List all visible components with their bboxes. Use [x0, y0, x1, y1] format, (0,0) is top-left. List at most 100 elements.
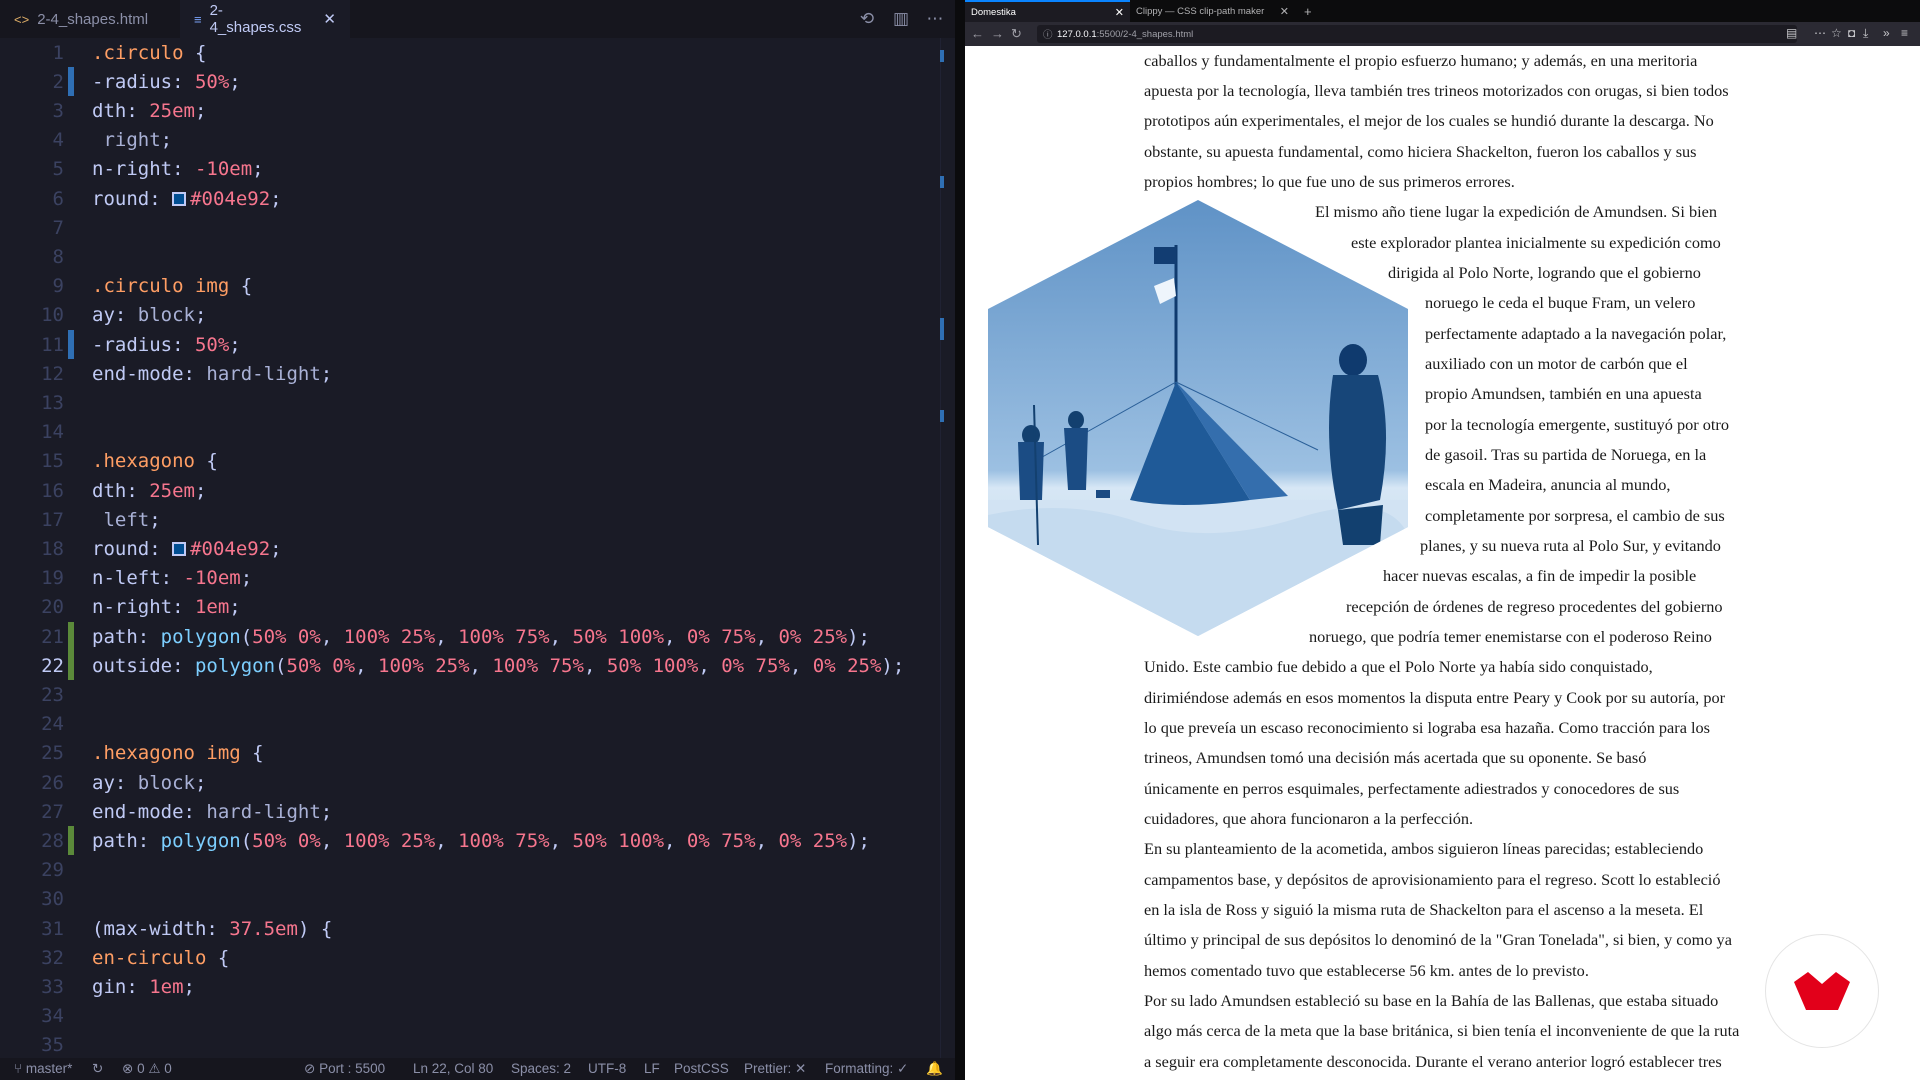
- code-line[interactable]: 19 n-left: -10em;: [0, 564, 940, 593]
- code-token: ;: [229, 596, 241, 619]
- code-line[interactable]: 20 n-right: 1em;: [0, 593, 940, 622]
- code-line[interactable]: 25 .hexagono img {: [0, 739, 940, 768]
- code-line[interactable]: 33 gin: 1em;: [0, 972, 940, 1001]
- code-token: 0% 25%: [778, 829, 848, 852]
- color-swatch-icon[interactable]: [172, 541, 187, 556]
- code-line[interactable]: 23: [0, 680, 940, 709]
- code-token: .circulo: [92, 41, 195, 64]
- git-branch[interactable]: ⑂ master*: [14, 1061, 72, 1076]
- paragraph-line: auxiliado con un motor de carbón que el: [1425, 354, 1688, 373]
- split-editor-icon[interactable]: ▥: [890, 8, 912, 30]
- code-line[interactable]: 8: [0, 242, 940, 271]
- code-line[interactable]: 3 dth: 25em;: [0, 96, 940, 125]
- page-actions-icon[interactable]: ⋯: [1814, 26, 1826, 40]
- code-line[interactable]: 13: [0, 388, 940, 417]
- code-line[interactable]: 29: [0, 856, 940, 885]
- line-number: 33: [41, 975, 64, 998]
- code-text: n-right: 1em;: [92, 596, 241, 618]
- code-line[interactable]: 4 right;: [0, 126, 940, 155]
- paragraph-line: Unido. Este cambio fue debido a que el P…: [1144, 657, 1653, 676]
- git-gutter-marker: [68, 914, 74, 943]
- browser-tab-clippy[interactable]: Clippy — CSS clip-path maker ✕: [1130, 0, 1295, 22]
- back-icon[interactable]: ←: [971, 26, 984, 41]
- code-line[interactable]: 5 n-right: -10em;: [0, 155, 940, 184]
- cursor-position[interactable]: Ln 22, Col 80: [413, 1061, 493, 1076]
- reader-view-icon[interactable]: ▤: [1786, 26, 1797, 40]
- code-line[interactable]: 24: [0, 710, 940, 739]
- formatting-status[interactable]: Formatting: ✓: [825, 1061, 908, 1077]
- code-token: en-circulo: [92, 946, 218, 969]
- code-text: dth: 25em;: [92, 480, 206, 502]
- code-line[interactable]: 12 end-mode: hard-light;: [0, 359, 940, 388]
- code-line[interactable]: 15 .hexagono {: [0, 447, 940, 476]
- code-text: ay: block;: [92, 304, 206, 326]
- live-server-port[interactable]: ⊘ Port : 5500: [304, 1061, 385, 1077]
- code-line[interactable]: 26 ay: block;: [0, 768, 940, 797]
- code-token: 0% 75%: [686, 829, 756, 852]
- code-token: );: [881, 654, 905, 677]
- code-line[interactable]: 16 dth: 25em;: [0, 476, 940, 505]
- reload-icon[interactable]: ↻: [1011, 26, 1022, 42]
- git-gutter-marker: [68, 38, 74, 67]
- code-line[interactable]: 14: [0, 418, 940, 447]
- scroll-marker: [940, 50, 944, 62]
- indentation[interactable]: Spaces: 2: [511, 1061, 571, 1076]
- code-line[interactable]: 27 end-mode: hard-light;: [0, 797, 940, 826]
- overflow-icon[interactable]: »: [1883, 26, 1890, 40]
- code-token: ,: [664, 829, 687, 852]
- code-line[interactable]: 11 -radius: 50%;: [0, 330, 940, 360]
- line-ending[interactable]: LF: [644, 1061, 660, 1076]
- code-token: hard-light: [206, 800, 321, 823]
- code-line[interactable]: 21 path: polygon(50% 0%, 100% 25%, 100% 7…: [0, 622, 940, 652]
- code-token: {: [217, 946, 230, 969]
- code-area[interactable]: 1 .circulo {2 -radius: 50%; 3 dth: 25em; 4 ri…: [0, 38, 940, 1060]
- editor-scrollbar[interactable]: [940, 38, 955, 1060]
- notifications-bell-icon[interactable]: 🔔: [926, 1061, 943, 1077]
- code-line[interactable]: 31 (max-width: 37.5em) {: [0, 914, 940, 943]
- paragraph-line: propios hombres; lo que fue uno de sus p…: [1144, 172, 1515, 191]
- git-gutter-marker: [68, 622, 74, 652]
- url-bar[interactable]: ⓘ 127.0.0.1:5500/2-4_shapes.html: [1037, 25, 1797, 43]
- tab-css-file[interactable]: ≡ 2-4_shapes.css ✕: [180, 0, 350, 38]
- code-line[interactable]: 17 left;: [0, 505, 940, 534]
- tab-html-file[interactable]: <> 2-4_shapes.html: [0, 0, 180, 38]
- code-line[interactable]: 18 round: #004e92;: [0, 534, 940, 563]
- site-info-icon[interactable]: ⓘ: [1043, 27, 1053, 41]
- close-tab-icon[interactable]: ✕: [1115, 6, 1124, 19]
- code-line[interactable]: 30: [0, 885, 940, 914]
- paragraph-line: recepción de órdenes de regreso proceden…: [1346, 597, 1723, 616]
- language-mode[interactable]: PostCSS: [674, 1061, 729, 1076]
- encoding[interactable]: UTF-8: [588, 1061, 626, 1076]
- code-line[interactable]: 34: [0, 1002, 940, 1031]
- open-changes-icon[interactable]: ⟲: [856, 8, 878, 30]
- forward-icon[interactable]: →: [991, 26, 1004, 41]
- pocket-icon[interactable]: ◘: [1848, 26, 1855, 40]
- code-line[interactable]: 35: [0, 1031, 940, 1060]
- git-gutter-marker: [68, 710, 74, 739]
- code-line[interactable]: 7: [0, 213, 940, 242]
- code-line[interactable]: 2 -radius: 50%;: [0, 67, 940, 97]
- new-tab-icon[interactable]: +: [1301, 0, 1321, 22]
- more-actions-icon[interactable]: ⋯: [924, 8, 946, 30]
- code-line[interactable]: 10 ay: block;: [0, 301, 940, 330]
- git-gutter-marker: [68, 272, 74, 301]
- menu-icon[interactable]: ≡: [1901, 26, 1908, 40]
- problems-indicator[interactable]: ⊗ 0 ⚠ 0: [122, 1061, 172, 1077]
- code-token: 0% 75%: [686, 625, 756, 648]
- downloads-icon[interactable]: ⤓: [1863, 26, 1868, 41]
- code-line[interactable]: 32 en-circulo {: [0, 943, 940, 972]
- code-line[interactable]: 9 .circulo img {: [0, 272, 940, 301]
- prettier-status[interactable]: Prettier: ✕: [744, 1061, 806, 1077]
- bookmark-star-icon[interactable]: ☆: [1831, 26, 1842, 40]
- code-line[interactable]: 28 path: polygon(50% 0%, 100% 25%, 100% 7…: [0, 826, 940, 856]
- code-line[interactable]: 22 outside: polygon(50% 0%, 100% 25%, 100…: [0, 651, 940, 681]
- close-tab-icon[interactable]: ✕: [323, 10, 336, 28]
- sync-icon[interactable]: ↻: [92, 1061, 103, 1077]
- close-tab-icon[interactable]: ✕: [1280, 5, 1289, 18]
- browser-tab-label: Domestika: [971, 6, 1016, 18]
- code-line[interactable]: 6 round: #004e92;: [0, 184, 940, 213]
- browser-tab-domestika[interactable]: Domestika ✕: [965, 0, 1130, 22]
- code-token: ,: [320, 829, 344, 852]
- code-line[interactable]: 1 .circulo {: [0, 38, 940, 67]
- color-swatch-icon[interactable]: [172, 191, 187, 206]
